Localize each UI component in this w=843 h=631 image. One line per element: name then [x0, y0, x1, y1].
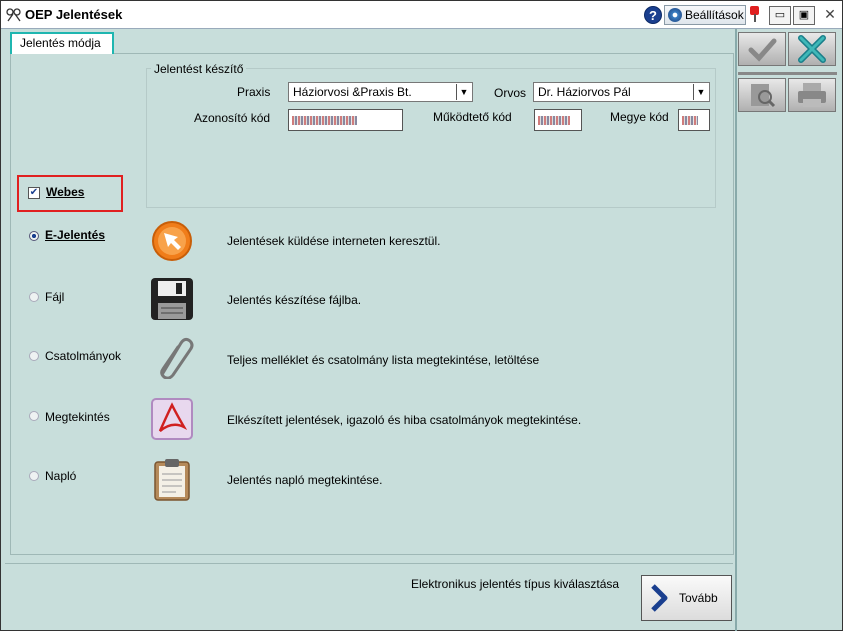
checkmark-icon	[748, 38, 777, 62]
radio-csatolmanyok[interactable]	[29, 351, 39, 361]
praxis-label: Praxis	[237, 85, 271, 99]
option-label-naplo[interactable]: Napló	[45, 469, 76, 483]
option-desc-e-jelentes: Jelentések küldése interneten keresztül.	[227, 234, 441, 248]
clipboard-icon	[154, 459, 190, 501]
radio-megtekintes[interactable]	[29, 411, 39, 421]
chevron-down-icon[interactable]: ▼	[456, 84, 471, 100]
option-desc-megtekintes: Elkészített jelentések, igazoló és hiba …	[227, 413, 582, 427]
next-button[interactable]: Tovább	[641, 575, 732, 621]
minimize-button[interactable]: ▭	[769, 6, 791, 25]
mukodteto-field[interactable]	[534, 109, 582, 131]
gear-icon	[668, 8, 682, 22]
orvos-label: Orvos	[494, 86, 527, 100]
toolbar-separator	[735, 29, 737, 631]
orvos-select[interactable]: Dr. Háziorvos Pál ▼	[533, 82, 710, 102]
orvos-value: Dr. Háziorvos Pál	[538, 85, 631, 99]
magnifier-icon	[751, 84, 776, 108]
megye-field[interactable]	[678, 109, 710, 131]
radio-fajl[interactable]	[29, 292, 39, 302]
app-logo-icon	[6, 8, 21, 22]
settings-label: Beállítások	[685, 8, 744, 22]
cancel-button[interactable]	[788, 32, 836, 66]
window-title: OEP Jelentések	[25, 7, 123, 22]
maximize-button[interactable]: ▣	[793, 6, 815, 25]
azonosito-field[interactable]	[288, 109, 403, 131]
redacted-value	[292, 116, 357, 125]
redacted-value	[538, 116, 570, 125]
webes-label[interactable]: Webes	[46, 185, 84, 199]
floppy-disk-icon	[151, 278, 193, 320]
praxis-value: Háziorvosi &Praxis Bt.	[293, 85, 412, 99]
radio-e-jelentes[interactable]	[29, 231, 39, 241]
print-button[interactable]	[788, 78, 836, 112]
pdf-icon	[151, 398, 193, 440]
option-label-csatolmanyok[interactable]: Csatolmányok	[45, 349, 121, 363]
printer-icon	[798, 83, 826, 107]
radio-naplo[interactable]	[29, 471, 39, 481]
settings-button[interactable]: Beállítások	[664, 5, 746, 25]
close-icon	[798, 35, 826, 63]
reporter-legend: Jelentést készítő	[151, 62, 247, 76]
bottom-separator	[5, 563, 733, 564]
option-label-fajl[interactable]: Fájl	[45, 290, 64, 304]
title-bar: OEP Jelentések ? Beállítások ▭ ▣ ✕	[1, 1, 842, 29]
chevron-right-icon	[651, 584, 668, 612]
tab-jelentes-modja[interactable]: Jelentés módja	[10, 32, 114, 54]
chevron-down-icon[interactable]: ▼	[693, 84, 708, 100]
option-desc-naplo: Jelentés napló megtekintése.	[227, 473, 383, 487]
close-button[interactable]: ✕	[819, 6, 841, 25]
azonosito-label: Azonosító kód	[194, 111, 271, 125]
redacted-value	[682, 116, 698, 125]
megye-label: Megye kód	[610, 110, 669, 124]
mukodteto-label: Működtető kód	[433, 110, 512, 124]
option-desc-csatolmanyok: Teljes melléklet és csatolmány lista meg…	[227, 353, 540, 367]
praxis-select[interactable]: Háziorvosi &Praxis Bt. ▼	[288, 82, 473, 102]
preview-button[interactable]	[738, 78, 786, 112]
option-desc-fajl: Jelentés készítése fájlba.	[227, 293, 362, 307]
option-label-megtekintes[interactable]: Megtekintés	[45, 410, 110, 424]
status-text: Elektronikus jelentés típus kiválasztása	[411, 577, 620, 591]
help-button[interactable]: ?	[644, 6, 662, 24]
send-icon	[152, 221, 192, 261]
app-window: OEP Jelentések ? Beállítások ▭ ▣ ✕ Jelen…	[0, 0, 843, 631]
paperclip-icon	[160, 337, 194, 379]
option-label-e-jelentes[interactable]: E-Jelentés	[45, 228, 105, 242]
pin-button[interactable]	[746, 5, 764, 25]
webes-checkbox[interactable]: ✔	[28, 187, 40, 199]
next-button-label: Tovább	[679, 591, 718, 605]
toolbar-divider	[738, 72, 837, 75]
ok-button[interactable]	[738, 32, 786, 66]
